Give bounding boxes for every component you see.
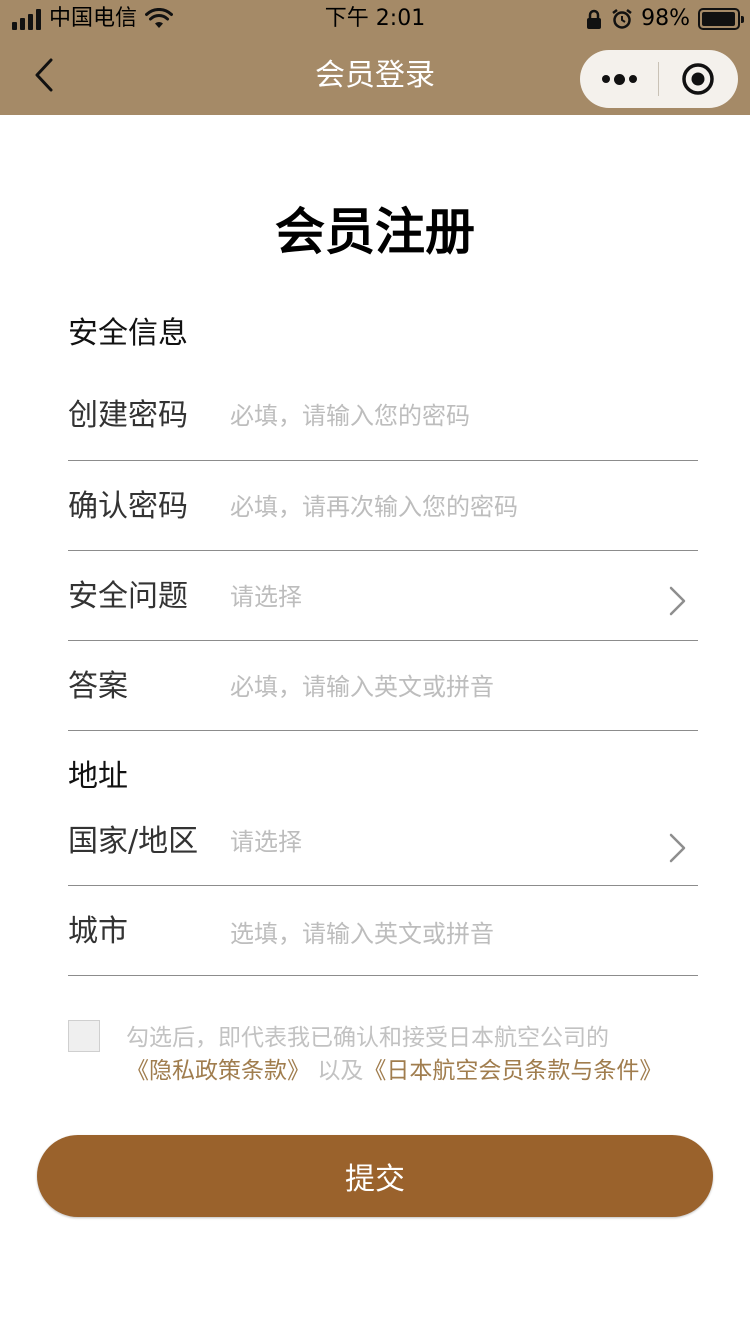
- confirm-password-input[interactable]: [230, 487, 650, 527]
- confirm-password-label: 确认密码: [68, 489, 188, 524]
- country-label: 国家/地区: [68, 824, 199, 859]
- answer-input[interactable]: [230, 667, 650, 707]
- create-password-label: 创建密码: [68, 398, 188, 433]
- member-terms-link[interactable]: 《日本航空会员条款与条件》: [363, 1058, 662, 1084]
- create-password-input[interactable]: [230, 396, 650, 436]
- battery-fill: [702, 12, 736, 26]
- battery-icon: [698, 8, 744, 30]
- submit-button[interactable]: 提交: [37, 1135, 713, 1217]
- alarm-icon: [612, 9, 632, 29]
- security-question-row[interactable]: 安全问题 请选择: [68, 551, 698, 641]
- close-mini-program-button[interactable]: [659, 50, 737, 108]
- agreement-checkbox[interactable]: [68, 1020, 100, 1052]
- status-bar: 中国电信 下午 2:01 98%: [0, 0, 750, 40]
- page-title: 会员注册: [275, 203, 475, 261]
- chevron-right-icon: [669, 586, 686, 616]
- city-input[interactable]: [230, 914, 650, 954]
- confirm-password-row: 确认密码: [68, 461, 698, 551]
- nav-bar: 会员登录: [0, 40, 750, 115]
- security-question-select[interactable]: 请选择: [230, 577, 302, 617]
- more-dots-icon: [601, 75, 610, 83]
- privacy-policy-link[interactable]: 《隐私政策条款》: [126, 1058, 310, 1084]
- agreement-prefix: 勾选后，即代表我已确认和接受日本航空公司的: [126, 1025, 609, 1051]
- create-password-row: 创建密码: [68, 380, 698, 461]
- battery-percent: 98%: [641, 6, 690, 31]
- answer-label: 答案: [68, 669, 128, 704]
- more-button[interactable]: [580, 50, 658, 108]
- security-question-label: 安全问题: [68, 579, 188, 614]
- agreement-connector: 以及: [317, 1058, 364, 1084]
- country-select[interactable]: 请选择: [230, 822, 302, 862]
- target-circle-icon: [682, 63, 714, 95]
- city-label: 城市: [68, 914, 128, 949]
- security-section-title: 安全信息: [68, 316, 188, 351]
- status-right: 98%: [585, 6, 744, 32]
- chevron-right-icon: [669, 833, 686, 863]
- lock-rotation-icon: [587, 9, 602, 29]
- country-row[interactable]: 国家/地区 请选择: [68, 806, 698, 886]
- address-section-title: 地址: [68, 759, 128, 794]
- agreement-text: 勾选后，即代表我已确认和接受日本航空公司的 《隐私政策条款》 以及《日本航空会员…: [126, 1022, 716, 1088]
- answer-row: 答案: [68, 641, 698, 731]
- city-row: 城市: [68, 886, 698, 976]
- mini-program-capsule: [580, 50, 738, 108]
